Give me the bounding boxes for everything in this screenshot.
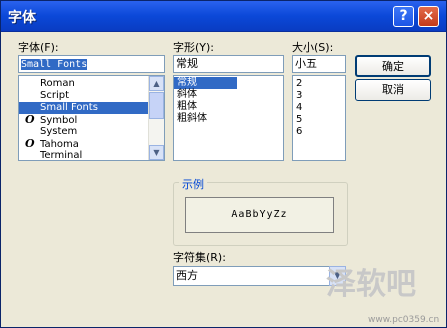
size-item[interactable]: 5 bbox=[293, 114, 345, 126]
style-list[interactable]: 常规 斜体 粗体 粗斜体 bbox=[173, 75, 284, 161]
font-dialog: 字体 ? × 字体(F): Small Fonts Roman Script S… bbox=[0, 0, 447, 328]
font-item-system[interactable]: System bbox=[19, 126, 164, 138]
font-name-input[interactable]: Small Fonts bbox=[18, 55, 165, 73]
font-item-label: Small Fonts bbox=[40, 102, 98, 113]
cancel-button[interactable]: 取消 bbox=[355, 79, 431, 101]
font-name-value: Small Fonts bbox=[21, 59, 88, 70]
help-button[interactable]: ? bbox=[393, 6, 414, 27]
size-item[interactable]: 3 bbox=[293, 90, 345, 102]
sample-preview: AaBbYyZz bbox=[185, 197, 334, 233]
font-item-small-fonts[interactable]: Small Fonts bbox=[19, 102, 148, 114]
watermark-url: www.pc0359.cn bbox=[368, 315, 440, 325]
font-item-label: System bbox=[40, 126, 78, 137]
font-item-label: Roman bbox=[40, 78, 75, 89]
size-list[interactable]: 2 3 4 5 6 bbox=[292, 75, 346, 161]
opentype-icon: O bbox=[25, 137, 35, 150]
title-bar[interactable]: 字体 ? × bbox=[1, 1, 446, 32]
size-item[interactable]: 2 bbox=[293, 78, 345, 90]
style-input[interactable]: 常规 bbox=[173, 55, 284, 73]
dialog-title: 字体 bbox=[8, 10, 36, 26]
style-item-bold[interactable]: 粗体 bbox=[174, 101, 283, 113]
font-label: 字体(F): bbox=[18, 41, 59, 54]
watermark-logo: 泽软吧 bbox=[326, 267, 416, 302]
font-item-roman[interactable]: Roman bbox=[19, 78, 164, 90]
font-item-script[interactable]: Script bbox=[19, 90, 164, 102]
font-item-label: Terminal bbox=[40, 150, 83, 161]
scroll-down-icon[interactable]: ▼ bbox=[149, 145, 164, 160]
font-list-scrollbar[interactable]: ▲ ▼ bbox=[148, 76, 164, 160]
size-input[interactable]: 小五 bbox=[292, 55, 346, 73]
size-label: 大小(S): bbox=[292, 41, 334, 54]
font-item-symbol[interactable]: O Symbol bbox=[19, 113, 164, 127]
scroll-up-icon[interactable]: ▲ bbox=[149, 76, 164, 91]
font-item-terminal[interactable]: Terminal bbox=[19, 150, 164, 161]
style-item-bold-italic[interactable]: 粗斜体 bbox=[174, 113, 283, 125]
size-item[interactable]: 4 bbox=[293, 102, 345, 114]
scroll-thumb[interactable] bbox=[149, 92, 164, 119]
close-button[interactable]: × bbox=[418, 6, 439, 27]
size-item[interactable]: 6 bbox=[293, 126, 345, 138]
font-item-label: Symbol bbox=[40, 115, 78, 126]
style-label: 字形(Y): bbox=[173, 41, 215, 54]
style-item-regular[interactable]: 常规 bbox=[174, 77, 237, 89]
opentype-icon: O bbox=[25, 113, 35, 126]
font-item-label: Script bbox=[40, 90, 70, 101]
ok-button[interactable]: 确定 bbox=[355, 55, 431, 77]
charset-value: 西方 bbox=[176, 269, 198, 282]
font-item-label: Tahoma bbox=[40, 139, 79, 150]
style-item-italic[interactable]: 斜体 bbox=[174, 89, 283, 101]
font-list[interactable]: Roman Script Small Fonts O Symbol System … bbox=[18, 75, 165, 161]
font-item-tahoma[interactable]: O Tahoma bbox=[19, 137, 164, 151]
sample-legend: 示例 bbox=[179, 176, 207, 192]
charset-label: 字符集(R): bbox=[173, 251, 226, 264]
